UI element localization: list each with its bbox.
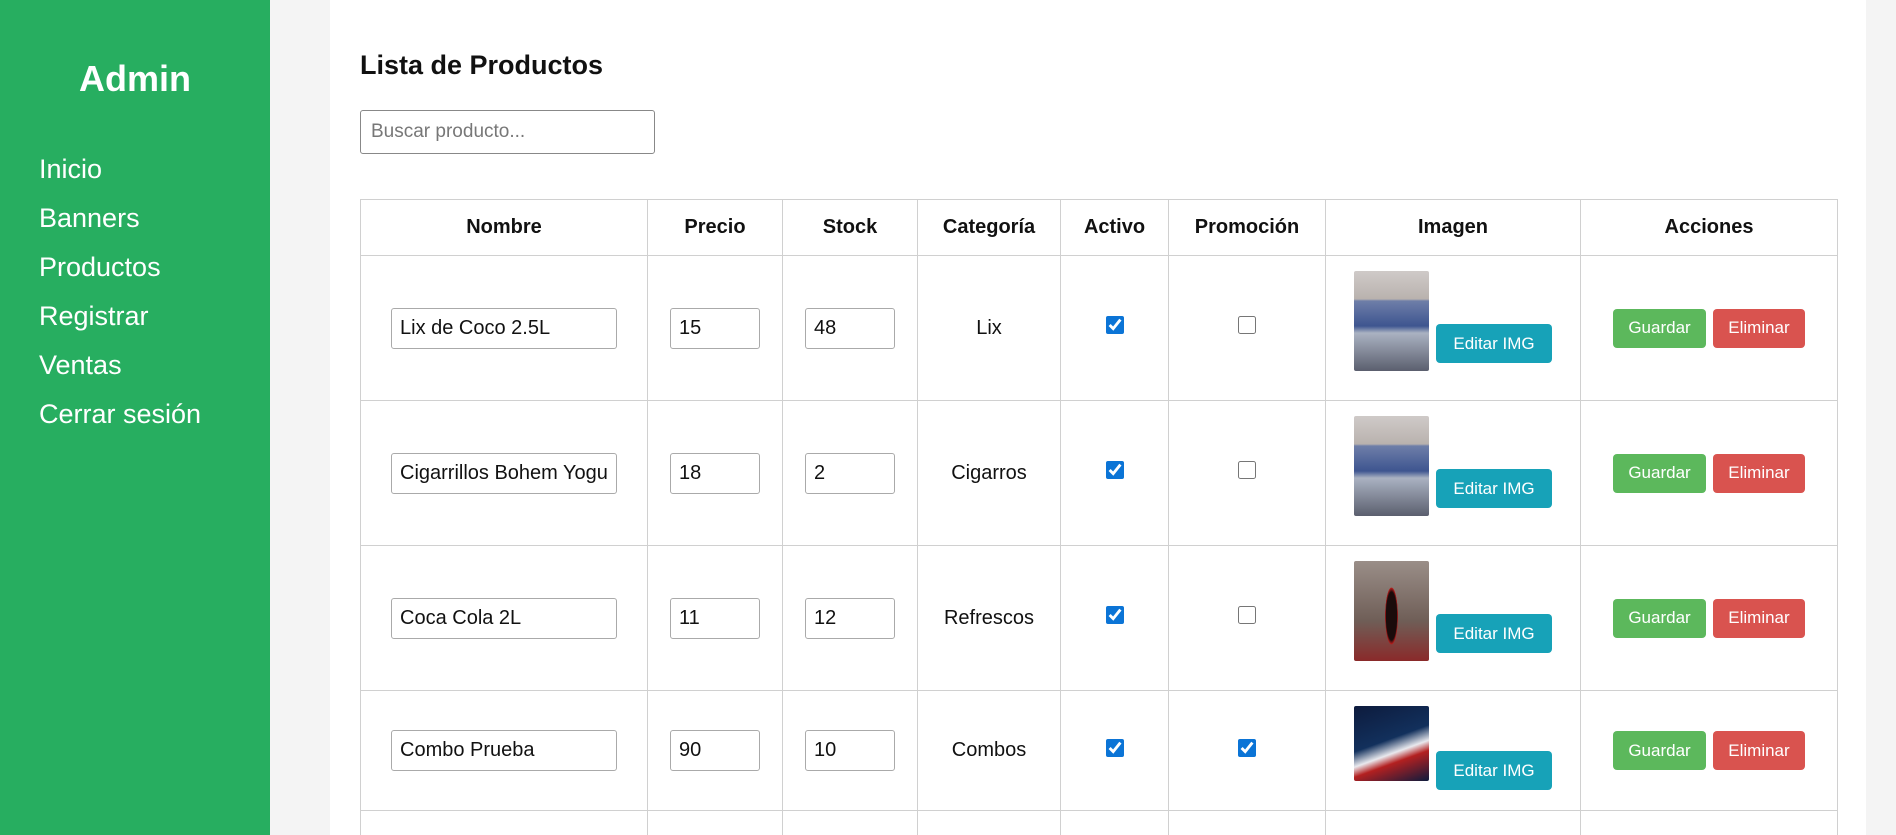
- save-button[interactable]: Guardar: [1613, 731, 1706, 770]
- active-checkbox[interactable]: [1105, 461, 1124, 479]
- table-header-row: Nombre Precio Stock Categoría Activo Pro…: [360, 199, 1838, 256]
- table-row: Refrescos Editar IMG Guardar Eliminar: [360, 545, 1838, 691]
- promo-checkbox[interactable]: [1238, 606, 1256, 624]
- edit-image-button[interactable]: Editar IMG: [1436, 614, 1552, 653]
- sidebar: Admin Inicio Banners Productos Registrar…: [0, 0, 270, 835]
- products-table: Nombre Precio Stock Categoría Activo Pro…: [360, 199, 1838, 835]
- product-name-field[interactable]: [391, 307, 617, 349]
- product-category: Cigarros: [917, 400, 1061, 546]
- sidebar-item-registrar[interactable]: Registrar: [39, 292, 201, 341]
- sidebar-item-banners[interactable]: Banners: [39, 194, 201, 243]
- product-stock-field[interactable]: [805, 597, 895, 639]
- product-image: [1354, 416, 1429, 516]
- product-image: [1354, 271, 1429, 371]
- product-price-field[interactable]: [670, 597, 760, 639]
- active-checkbox[interactable]: [1105, 316, 1124, 334]
- save-button[interactable]: Guardar: [1613, 453, 1706, 493]
- edit-image-button[interactable]: Editar IMG: [1436, 469, 1552, 508]
- active-checkbox[interactable]: [1105, 738, 1124, 757]
- product-price-field[interactable]: [670, 452, 760, 494]
- column-header-nombre: Nombre: [360, 199, 648, 256]
- product-name-field[interactable]: [391, 597, 617, 639]
- promo-checkbox[interactable]: [1238, 738, 1256, 757]
- edit-image-button[interactable]: Editar IMG: [1436, 324, 1552, 363]
- column-header-activo: Activo: [1060, 199, 1169, 256]
- column-header-stock: Stock: [782, 199, 918, 256]
- column-header-precio: Precio: [647, 199, 783, 256]
- delete-button[interactable]: Eliminar: [1713, 308, 1805, 348]
- column-header-imagen: Imagen: [1325, 199, 1581, 256]
- sidebar-item-logout[interactable]: Cerrar sesión: [39, 390, 201, 439]
- delete-button[interactable]: Eliminar: [1713, 598, 1805, 638]
- product-image: [1354, 561, 1429, 661]
- table-row: Combos Editar IMG Guardar Eliminar: [360, 690, 1838, 811]
- product-name-field[interactable]: [391, 730, 617, 771]
- table-row: [360, 810, 1838, 835]
- sidebar-brand: Admin: [79, 58, 191, 99]
- sidebar-nav: Inicio Banners Productos Registrar Venta…: [39, 145, 201, 439]
- delete-button[interactable]: Eliminar: [1713, 731, 1805, 770]
- page-title: Lista de Productos: [360, 50, 604, 80]
- save-button[interactable]: Guardar: [1613, 598, 1706, 638]
- sidebar-item-inicio[interactable]: Inicio: [39, 145, 201, 194]
- search-input[interactable]: [360, 110, 655, 154]
- promo-checkbox[interactable]: [1238, 461, 1256, 479]
- table-row: Lix Editar IMG Guardar Eliminar: [360, 255, 1838, 401]
- table-row: Cigarros Editar IMG Guardar Eliminar: [360, 400, 1838, 546]
- column-header-acciones: Acciones: [1580, 199, 1838, 256]
- product-price-field[interactable]: [670, 307, 760, 349]
- main-panel: Lista de Productos Nombre Precio Stock C…: [330, 0, 1866, 835]
- sidebar-item-productos[interactable]: Productos: [39, 243, 201, 292]
- active-checkbox[interactable]: [1105, 606, 1124, 624]
- edit-image-button[interactable]: Editar IMG: [1436, 751, 1552, 790]
- sidebar-item-ventas[interactable]: Ventas: [39, 341, 201, 390]
- delete-button[interactable]: Eliminar: [1713, 453, 1805, 493]
- product-category: Lix: [917, 255, 1061, 401]
- product-name-field[interactable]: [391, 452, 617, 494]
- product-price-field[interactable]: [670, 730, 760, 771]
- product-stock-field[interactable]: [805, 307, 895, 349]
- product-stock-field[interactable]: [805, 452, 895, 494]
- product-category: Combos: [917, 690, 1061, 811]
- product-category: Refrescos: [917, 545, 1061, 691]
- promo-checkbox[interactable]: [1238, 316, 1256, 334]
- product-stock-field[interactable]: [805, 730, 895, 771]
- column-header-promocion: Promoción: [1168, 199, 1326, 256]
- save-button[interactable]: Guardar: [1613, 308, 1706, 348]
- column-header-categoria: Categoría: [917, 199, 1061, 256]
- product-image: [1354, 706, 1429, 781]
